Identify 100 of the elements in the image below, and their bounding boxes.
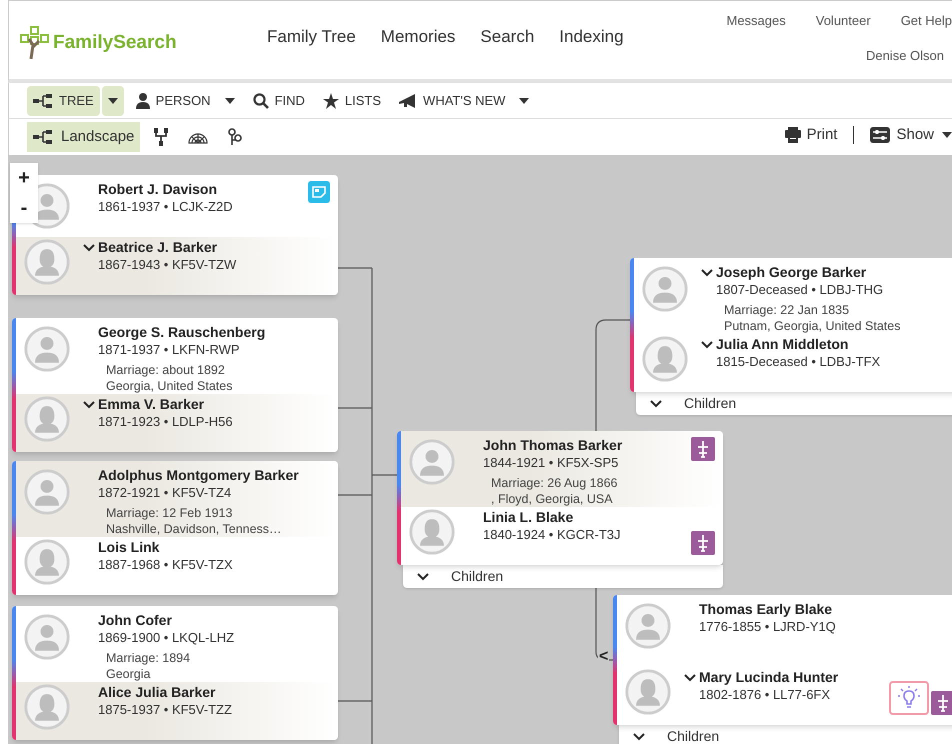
printer-icon <box>784 127 801 144</box>
avatar-icon <box>24 539 70 585</box>
view-button[interactable]: Landscape <box>27 122 140 152</box>
megaphone-icon <box>399 94 418 108</box>
avatar-icon <box>625 669 671 715</box>
portrait-tree-icon <box>154 128 168 146</box>
marriage-text: Marriage: 1894 <box>105 650 192 666</box>
highlighted-person-row[interactable]: Adolphus Montgomery Barker 1872-1921 • KF5V-TZ4 Marriage: 12 Feb 1913 Nashville, Davidson, Tenness… <box>16 461 338 537</box>
caret-icon <box>108 98 118 104</box>
person-name[interactable]: Joseph George Barker <box>716 264 900 281</box>
toolbar-button[interactable]: FIND <box>246 86 311 116</box>
person-name[interactable]: Beatrice J. Barker <box>98 239 236 256</box>
person-name[interactable]: John Cofer <box>98 612 234 629</box>
hint-button[interactable] <box>889 681 929 715</box>
person-dates: 1869-1900 • LKQL-LHZ <box>98 629 234 646</box>
couple-card[interactable]: George S. Rauschenberg 1871-1937 • LKFN-RWP Marriage: about 1892 Georgia, United States Emma V. Barker 1871-1923 • LDLP-H56 <box>12 318 338 452</box>
chevron-down-icon[interactable] <box>701 269 713 277</box>
nav-link[interactable]: Indexing <box>559 24 624 50</box>
nav-link[interactable]: Memories <box>380 24 456 50</box>
person-name[interactable]: Adolphus Montgomery Barker <box>98 467 299 484</box>
nav-link[interactable]: Family Tree <box>267 24 356 50</box>
header-link[interactable]: Get Help <box>900 11 952 30</box>
temple-icon[interactable] <box>691 437 715 461</box>
chevron-down-icon[interactable] <box>83 401 95 409</box>
toolbar-button[interactable]: PERSON <box>130 86 241 116</box>
person-name[interactable]: Mary Lucinda Hunter <box>699 669 838 686</box>
dropdown-button[interactable] <box>102 86 124 116</box>
person-dates: 1887-1968 • KF5V-TZX <box>98 556 233 573</box>
tree-icon <box>33 94 53 108</box>
person-dates: 1844-1921 • KF5X-SP5 <box>483 454 620 471</box>
caret-icon <box>942 132 952 138</box>
person-name[interactable]: Thomas Early Blake <box>699 601 836 618</box>
header-link[interactable]: Messages <box>726 11 786 30</box>
person-dates: 1871-1923 • LDLP-H56 <box>98 413 233 430</box>
toolbar-button[interactable]: WHAT'S NEW <box>393 86 536 116</box>
avatar-icon <box>24 239 70 285</box>
couple-card[interactable]: Adolphus Montgomery Barker 1872-1921 • KF5V-TZ4 Marriage: 12 Feb 1913 Nashville, Davidson, Tenness… Lois Link 1887-1968 • KF5V-TZX <box>12 461 338 595</box>
person-dates: 1875-1937 • KF5V-TZZ <box>98 701 232 718</box>
header-link[interactable]: Volunteer <box>816 11 871 30</box>
landscape-icon <box>33 130 53 144</box>
toolbar-button[interactable]: Print <box>784 124 838 146</box>
marriage-text: Nashville, Davidson, Tenness… <box>105 521 283 537</box>
children-button[interactable]: Children <box>619 725 952 744</box>
children-button[interactable]: Children <box>403 565 723 588</box>
avatar-icon <box>625 603 671 649</box>
marriage-text: Marriage: 12 Feb 1913 <box>105 505 234 521</box>
avatar-icon <box>642 266 688 312</box>
person-icon <box>136 92 150 108</box>
couple-card[interactable]: John Cofer 1869-1900 • LKQL-LHZ Marriage: 1894 Georgia Alice Julia Barker 1875-1937 • KF5V-TZZ <box>12 606 338 740</box>
highlighted-person-row[interactable]: Emma V. Barker 1871-1923 • LDLP-H56 <box>16 394 338 452</box>
chevron-down-icon[interactable] <box>684 674 696 682</box>
person-dates: 1872-1921 • KF5V-TZ4 <box>98 484 232 501</box>
person-name[interactable]: Julia Ann Middleton <box>716 336 880 353</box>
couple-card[interactable]: Thomas Early Blake 1776-1855 • LJRD-Y1Q Mary Lucinda Hunter 1802-1876 • LL77-6FX <box>613 595 952 725</box>
avatar-icon <box>24 684 70 730</box>
couple-card[interactable]: Joseph George Barker 1807-Deceased • LDBJ-THG Marriage: 22 Jan 1835 Putnam, Georgia, United States Julia Ann Middleton 1815-Deceased • LDBJ-TFX <box>630 258 952 392</box>
chevron-down-icon <box>417 572 429 580</box>
chevron-down-icon[interactable] <box>701 341 713 349</box>
logo-icon <box>17 25 51 59</box>
search-icon <box>252 92 269 108</box>
zoom-out-button[interactable]: - <box>10 193 38 223</box>
person-name[interactable]: Robert J. Davison <box>98 181 233 198</box>
marriage-text: Georgia, United States <box>105 378 234 394</box>
descendancy-icon <box>228 128 242 146</box>
avatar-icon <box>24 614 70 660</box>
person-dates: 1867-1943 • KF5V-TZW <box>98 256 236 273</box>
children-button[interactable]: Children <box>636 392 952 415</box>
avatar-icon <box>24 396 70 442</box>
person-dates: 1815-Deceased • LDBJ-TFX <box>716 353 880 370</box>
person-name[interactable]: Lois Link <box>98 539 233 556</box>
avatar-icon <box>409 439 455 485</box>
person-name[interactable]: George S. Rauschenberg <box>98 324 266 341</box>
toolbar-button[interactable]: Show <box>870 124 952 146</box>
marriage-text: Putnam, Georgia, United States <box>723 318 900 334</box>
person-dates: 1840-1924 • KGCR-T3J <box>483 526 621 543</box>
person-name[interactable]: Emma V. Barker <box>98 396 233 413</box>
temple-icon[interactable] <box>691 531 715 555</box>
toolbar-button[interactable]: TREE <box>27 86 100 116</box>
chevron-down-icon <box>633 732 645 740</box>
toolbar-button[interactable]: LISTS <box>316 86 388 116</box>
marriage-text: , Floyd, Georgia, USA <box>490 491 614 507</box>
nav-link[interactable]: Search <box>480 24 534 50</box>
avatar-icon <box>642 336 688 382</box>
person-name[interactable]: John Thomas Barker <box>483 437 622 454</box>
person-dates: 1861-1937 • LCJK-Z2D <box>98 198 233 215</box>
marriage-text: Marriage: about 1892 <box>105 362 226 378</box>
temple-icon[interactable] <box>931 691 952 715</box>
chevron-down-icon[interactable] <box>83 244 95 252</box>
lightbulb-icon <box>898 686 920 710</box>
highlighted-person-row[interactable]: John Thomas Barker 1844-1921 • KF5X-SP5 Marriage: 26 Aug 1866 , Floyd, Georgia, USA <box>401 431 723 507</box>
highlighted-person-row[interactable]: Alice Julia Barker 1875-1937 • KF5V-TZZ <box>16 682 338 740</box>
person-dates: 1807-Deceased • LDBJ-THG <box>716 281 884 298</box>
highlighted-person-row[interactable]: Beatrice J. Barker 1867-1943 • KF5V-TZW <box>16 237 338 295</box>
person-name[interactable]: Linia L. Blake <box>483 509 621 526</box>
person-name[interactable]: Alice Julia Barker <box>98 684 232 701</box>
person-dates: 1871-1937 • LKFN-RWP <box>98 341 241 358</box>
couple-card[interactable]: John Thomas Barker 1844-1921 • KF5X-SP5 Marriage: 26 Aug 1866 , Floyd, Georgia, USA Linia L. Blake 1840-1924 • KGCR-T3J <box>397 431 723 565</box>
user-menu[interactable]: Denise Olson <box>866 46 944 66</box>
avatar-icon <box>24 326 70 372</box>
sliders-icon <box>870 127 890 144</box>
